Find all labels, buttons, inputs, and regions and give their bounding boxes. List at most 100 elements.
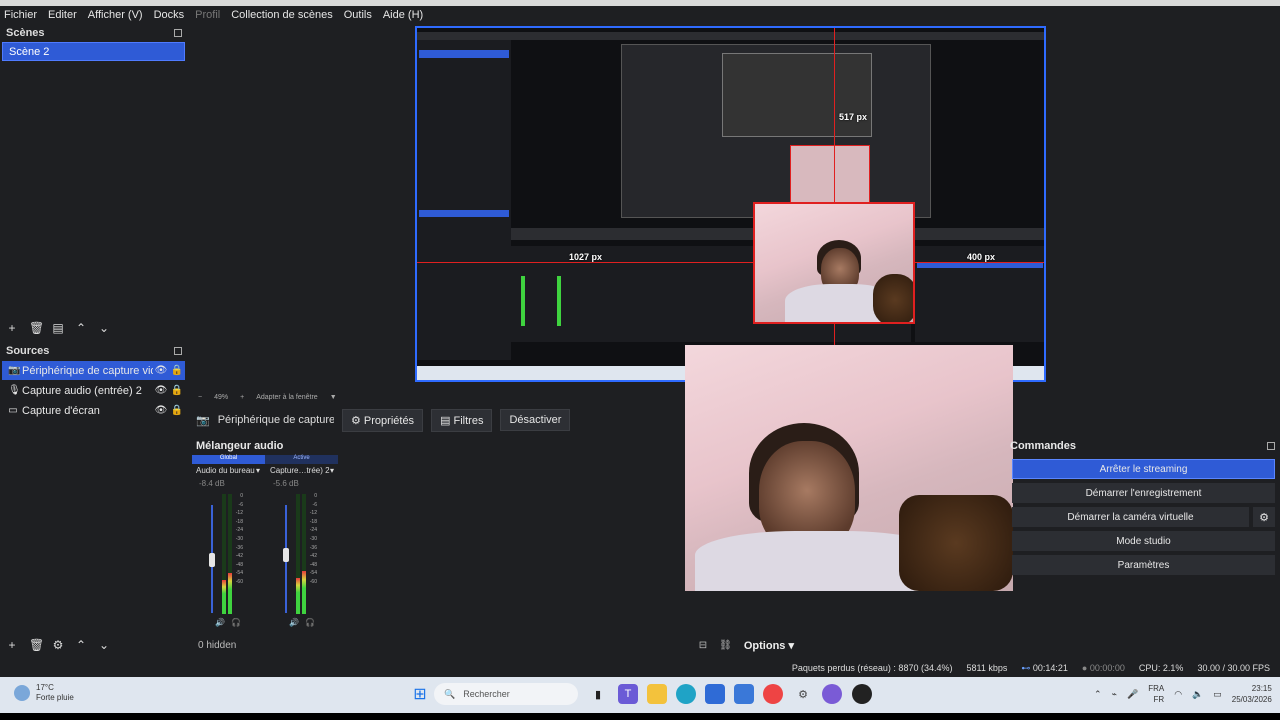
trash-icon[interactable]: 🗑: [29, 322, 44, 334]
preview-canvas[interactable]: 517 px 1027 px 400 px: [415, 26, 1046, 382]
lock-icon[interactable]: 🔒: [169, 365, 185, 376]
fit-window-label[interactable]: Adapter à la fenêtre: [256, 394, 318, 401]
layout-icon[interactable]: ⊟: [699, 640, 707, 651]
zoom-plus-icon[interactable]: +: [240, 394, 244, 401]
search-icon: 🔍: [444, 688, 456, 699]
menu-aide[interactable]: Aide (H): [383, 9, 423, 21]
speaker-icon[interactable]: 🔊: [215, 618, 225, 627]
microphone-icon[interactable]: 🎤: [1127, 689, 1138, 700]
windows-start-icon[interactable]: ⊞: [410, 684, 430, 704]
chevron-down-icon[interactable]: ▾: [256, 466, 260, 475]
source-item[interactable]: 📷 Périphérique de capture vidéo 👁 🔒: [2, 361, 185, 380]
headphones-icon[interactable]: 🎧: [305, 618, 315, 627]
source-name: Périphérique de capture vidéo: [22, 364, 153, 377]
lock-icon[interactable]: 🔒: [169, 405, 185, 416]
db-tick: -18: [309, 518, 317, 525]
hidden-count: 0 hidden: [198, 639, 237, 651]
menu-docks[interactable]: Docks: [154, 9, 185, 21]
add-icon[interactable]: +: [6, 639, 18, 651]
zoom-level: 49%: [214, 393, 229, 401]
menu-editer[interactable]: Editer: [48, 9, 77, 21]
monitor-icon: ▭: [8, 405, 18, 416]
lock-icon[interactable]: 🔒: [169, 385, 185, 396]
edge-icon[interactable]: [676, 684, 696, 704]
record-icon: ●: [1081, 663, 1088, 673]
chevron-up-icon[interactable]: ⌃: [1094, 689, 1102, 700]
settings-gear-icon[interactable]: ⚙: [793, 684, 813, 704]
system-tray: ⌃ ⌁ 🎤 FRA FR ◠ 🔈 ▭ 23:15 25/03/2026: [1094, 683, 1272, 705]
link-icon[interactable]: ⛓: [719, 640, 732, 651]
menu-profil[interactable]: Profil: [195, 9, 220, 21]
volume-fader-knob[interactable]: [209, 552, 215, 567]
trash-icon[interactable]: 🗑: [29, 639, 44, 651]
clock[interactable]: 23:15 25/03/2026: [1232, 683, 1272, 705]
scenes-toolbar: + 🗑 ▤ ⌃ ⌄: [0, 320, 188, 336]
source-name: Capture audio (entrée) 2: [22, 384, 142, 397]
start-recording-button[interactable]: Démarrer l'enregistrement: [1012, 483, 1275, 503]
channel-db: -5.6 dB: [273, 479, 299, 488]
volume-fader-knob[interactable]: [283, 548, 289, 563]
filter-icon[interactable]: ▤: [52, 322, 64, 334]
start-virtual-cam-button[interactable]: Démarrer la caméra virtuelle: [1012, 507, 1249, 527]
menu-collection[interactable]: Collection de scènes: [231, 9, 333, 21]
source-item[interactable]: ▭ Capture d'écran 👁 🔒: [2, 401, 185, 420]
task-view-icon[interactable]: ▮: [588, 684, 608, 704]
menu-fichier[interactable]: Fichier: [4, 9, 37, 21]
stop-streaming-button[interactable]: Arrêter le streaming: [1012, 459, 1275, 479]
network-icon[interactable]: ⌁: [1112, 689, 1117, 700]
gear-icon[interactable]: ⚙: [1253, 507, 1275, 527]
alignment-guide-horizontal: [417, 262, 1044, 263]
context-source-name: Périphérique de capture vi: [217, 414, 334, 426]
filters-button[interactable]: ▤ Filtres: [431, 408, 493, 432]
zoom-minus-icon[interactable]: −: [198, 394, 202, 401]
taskbar-search[interactable]: 🔍 Rechercher: [434, 683, 578, 705]
undock-icon[interactable]: [174, 347, 182, 355]
language-indicator[interactable]: FRA FR: [1148, 683, 1164, 705]
app-icon[interactable]: [822, 684, 842, 704]
eye-icon[interactable]: 👁: [153, 365, 169, 376]
settings-button[interactable]: Paramètres: [1012, 555, 1275, 575]
scene-item[interactable]: Scène 2: [2, 42, 185, 61]
commands-title: Commandes: [1010, 440, 1077, 452]
obs-icon[interactable]: [852, 684, 872, 704]
menu-outils[interactable]: Outils: [344, 9, 372, 21]
teams-icon[interactable]: T: [618, 684, 638, 704]
properties-button[interactable]: ⚙ Propriétés: [342, 408, 424, 432]
source-item[interactable]: 🎙 Capture audio (entrée) 2 👁 🔒: [2, 381, 185, 400]
arrow-up-icon[interactable]: ⌃: [75, 639, 87, 651]
gear-icon[interactable]: ⚙: [52, 639, 64, 651]
chevron-down-icon[interactable]: ▾: [330, 466, 334, 475]
chrome-icon[interactable]: [763, 684, 783, 704]
undock-icon[interactable]: [1267, 442, 1275, 450]
camera-projector-window[interactable]: [685, 345, 1013, 591]
selected-camera-source[interactable]: [753, 202, 915, 324]
options-button[interactable]: Options ▾: [744, 639, 794, 652]
volume-icon[interactable]: 🔈: [1192, 689, 1203, 700]
stream-time: 00:14:21: [1032, 662, 1068, 673]
tab-global[interactable]: Global: [192, 455, 265, 464]
arrow-down-icon[interactable]: ⌄: [98, 639, 110, 651]
add-icon[interactable]: +: [6, 322, 18, 334]
arrow-up-icon[interactable]: ⌃: [75, 322, 87, 334]
studio-mode-button[interactable]: Mode studio: [1012, 531, 1275, 551]
headphones-icon[interactable]: 🎧: [231, 618, 241, 627]
db-tick: -24: [309, 527, 317, 534]
speaker-icon[interactable]: 🔊: [289, 618, 299, 627]
undock-icon[interactable]: [174, 29, 182, 37]
chevron-down-icon[interactable]: ▼: [330, 394, 337, 401]
store-icon[interactable]: [705, 684, 725, 704]
folder-icon[interactable]: [647, 684, 667, 704]
eye-icon[interactable]: 👁: [153, 385, 169, 396]
arrow-down-icon[interactable]: ⌄: [98, 322, 110, 334]
eye-icon[interactable]: 👁: [153, 405, 169, 416]
wifi-icon[interactable]: ◠: [1174, 689, 1182, 700]
clock-date: 25/03/2026: [1231, 695, 1272, 704]
battery-icon[interactable]: ▭: [1213, 689, 1222, 700]
tab-active[interactable]: Active: [265, 455, 338, 464]
db-tick: -60: [235, 578, 243, 585]
deactivate-button[interactable]: Désactiver: [500, 409, 571, 431]
weather-widget[interactable]: 17°C Forte pluie: [14, 683, 74, 703]
options-label: Options: [743, 639, 786, 652]
menu-afficher[interactable]: Afficher (V): [88, 9, 143, 21]
app-icon[interactable]: [734, 684, 754, 704]
